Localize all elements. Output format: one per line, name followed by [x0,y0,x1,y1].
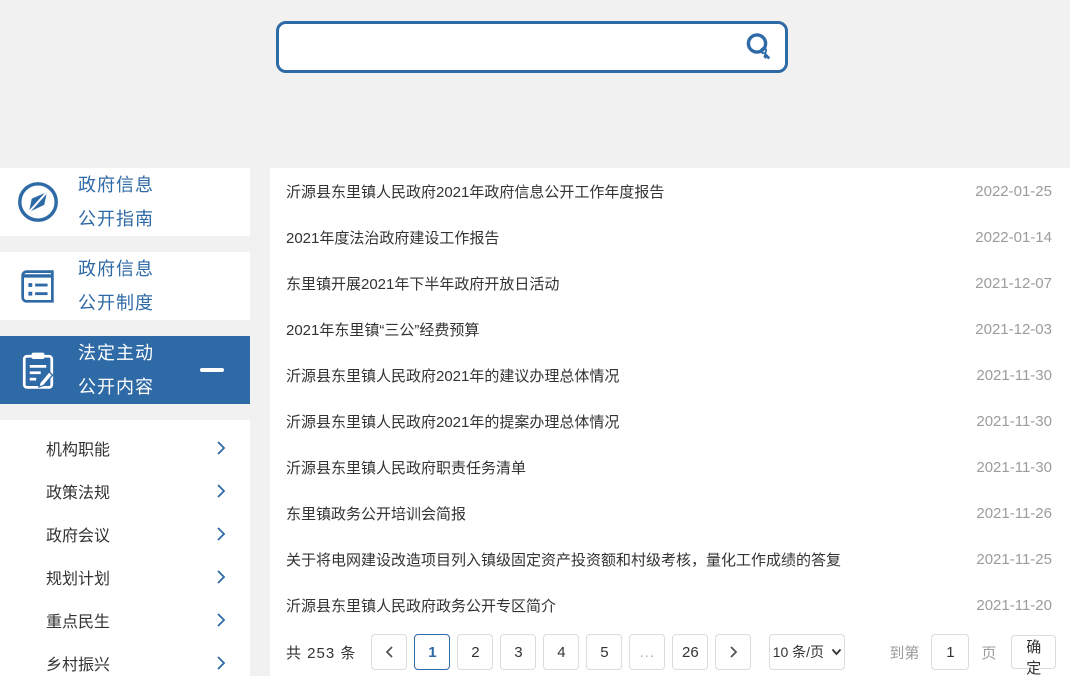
article-row[interactable]: 沂源县东里镇人民政府政务公开专区简介 2021-11-20 [270,582,1070,628]
sidebar-menu-item[interactable]: 政策法规 [0,469,250,512]
confirm-button[interactable]: 确定 [1011,635,1056,669]
page-size-value: 10 条/页 [773,642,824,662]
menu-item-label: 乡村振兴 [46,651,110,675]
clipboard-pen-icon [14,346,62,394]
article-title[interactable]: 沂源县东里镇人民政府职责任务清单 [286,457,526,478]
article-date: 2021-12-07 [955,275,1052,292]
page-number-button[interactable]: 1 [414,634,450,670]
article-list-panel: 沂源县东里镇人民政府2021年政府信息公开工作年度报告 2022-01-25 202… [270,168,1070,676]
search-input[interactable] [279,24,733,70]
article-row[interactable]: 关于将电网建设改造项目列入镇级固定资产投资额和村级考核，量化工作成绩的答复 202… [270,536,1070,582]
article-date: 2021-11-20 [956,597,1052,614]
compass-icon [14,178,62,226]
article-row[interactable]: 沂源县东里镇人民政府2021年的建议办理总体情况 2021-11-30 [270,352,1070,398]
page-number-button[interactable]: 4 [543,634,579,670]
page-size-select[interactable]: 10 条/页 [769,634,845,670]
article-title[interactable]: 沂源县东里镇人民政府政务公开专区简介 [286,595,556,616]
article-list: 沂源县东里镇人民政府2021年政府信息公开工作年度报告 2022-01-25 202… [270,168,1070,628]
article-date: 2021-11-26 [956,505,1052,522]
article-row[interactable]: 沂源县东里镇人民政府职责任务清单 2021-11-30 [270,444,1070,490]
chevron-right-icon [216,440,226,456]
pagination-bar: 共 253 条 12345...26 10 条/页 [270,628,1070,676]
chevron-left-icon [384,645,395,659]
menu-item-label: 重点民生 [46,608,110,632]
article-row[interactable]: 东里镇政务公开培训会简报 2021-11-26 [270,490,1070,536]
goto-suffix-label: 页 [981,642,996,663]
chevron-right-icon [216,655,226,671]
article-date: 2021-11-25 [956,551,1052,568]
collapse-minus-icon[interactable] [200,368,224,372]
page-number-button[interactable]: 2 [457,634,493,670]
menu-item-label: 规划计划 [46,565,110,589]
sidebar-item-gov-info-guide[interactable]: 政府信息 公开指南 [0,168,250,236]
chevron-down-icon [831,648,842,656]
page-number-button[interactable]: 26 [672,634,708,670]
sidebar-menu-item[interactable]: 重点民生 [0,598,250,641]
next-page-button[interactable] [715,634,751,670]
page-number-button[interactable]: 3 [500,634,536,670]
article-date: 2021-12-03 [955,321,1052,338]
page-buttons: 12345...26 [407,634,708,670]
chevron-right-icon [216,569,226,585]
menu-item-label: 政策法规 [46,479,110,503]
sidebar: 政府信息 公开指南 政府信息 公开制度 [0,168,250,676]
menu-item-label: 机构职能 [46,436,110,460]
sidebar-item-label: 政府信息 公开制度 [78,252,154,320]
article-row[interactable]: 2021年东里镇“三公”经费预算 2021-12-03 [270,306,1070,352]
sidebar-item-label: 政府信息 公开指南 [78,168,154,236]
page-ellipsis-button[interactable]: ... [629,634,665,670]
article-title[interactable]: 东里镇开展2021年下半年政府开放日活动 [286,273,559,294]
article-row[interactable]: 沂源县东里镇人民政府2021年的提案办理总体情况 2021-11-30 [270,398,1070,444]
article-date: 2022-01-14 [955,229,1052,246]
article-row[interactable]: 东里镇开展2021年下半年政府开放日活动 2021-12-07 [270,260,1070,306]
chevron-right-icon [216,612,226,628]
article-title[interactable]: 东里镇政务公开培训会简报 [286,503,466,524]
search-button[interactable] [733,24,785,70]
article-title[interactable]: 关于将电网建设改造项目列入镇级固定资产投资额和村级考核，量化工作成绩的答复 [286,549,841,570]
page-number-button[interactable]: 5 [586,634,622,670]
chevron-right-icon [216,526,226,542]
goto-page-input[interactable] [931,634,969,670]
content: 政府信息 公开指南 政府信息 公开制度 [0,168,1070,676]
menu-item-label: 政府会议 [46,522,110,546]
sidebar-menu-item[interactable]: 规划计划 [0,555,250,598]
chevron-right-icon [728,645,739,659]
article-row[interactable]: 沂源县东里镇人民政府2021年政府信息公开工作年度报告 2022-01-25 [270,168,1070,214]
article-date: 2022-01-25 [955,183,1052,200]
sidebar-item-gov-info-system[interactable]: 政府信息 公开制度 [0,252,250,320]
sidebar-menu: 机构职能政策法规政府会议规划计划重点民生乡村振兴 [0,420,250,676]
sidebar-menu-item[interactable]: 政府会议 [0,512,250,555]
article-date: 2021-11-30 [956,413,1052,430]
header [0,0,1070,168]
sidebar-item-statutory-disclosure[interactable]: 法定主动 公开内容 [0,336,250,404]
article-row[interactable]: 2021年度法治政府建设工作报告 2022-01-14 [270,214,1070,260]
article-title[interactable]: 2021年度法治政府建设工作报告 [286,227,499,248]
ledger-icon [14,262,62,310]
goto-prefix-label: 到第 [889,642,919,663]
search-icon [742,30,776,64]
sidebar-menu-item[interactable]: 机构职能 [0,426,250,469]
page: 政府信息 公开指南 政府信息 公开制度 [0,0,1070,676]
prev-page-button[interactable] [371,634,407,670]
chevron-right-icon [216,483,226,499]
article-title[interactable]: 沂源县东里镇人民政府2021年的建议办理总体情况 [286,365,619,386]
article-title[interactable]: 沂源县东里镇人民政府2021年政府信息公开工作年度报告 [286,181,664,202]
article-date: 2021-11-30 [956,367,1052,384]
search-box [276,21,788,73]
sidebar-item-label: 法定主动 公开内容 [78,336,154,404]
total-count: 共 253 条 [286,642,356,663]
article-date: 2021-11-30 [956,459,1052,476]
article-title[interactable]: 2021年东里镇“三公”经费预算 [286,319,479,340]
article-title[interactable]: 沂源县东里镇人民政府2021年的提案办理总体情况 [286,411,619,432]
sidebar-menu-item[interactable]: 乡村振兴 [0,641,250,676]
